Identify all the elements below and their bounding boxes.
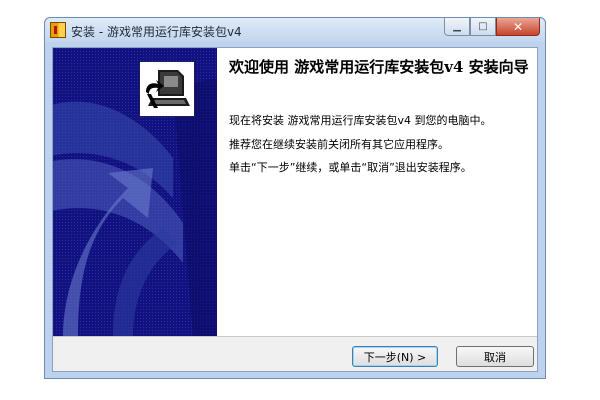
setup-computer-icon (139, 61, 195, 117)
install-description: 现在将安装 游戏常用运行库安装包v4 到您的电脑中。 (229, 114, 492, 127)
cancel-button[interactable]: 取消 (456, 346, 534, 367)
minimize-button[interactable]: ▁ (444, 18, 470, 36)
wizard-sidebar-image (53, 48, 217, 336)
maximize-icon: □ (478, 21, 488, 32)
welcome-heading: 欢迎使用 游戏常用运行库安装包v4 安装向导 (229, 58, 529, 76)
caption-buttons: ▁ □ ✕ (444, 18, 540, 36)
next-or-cancel-instructions: 单击“下一步”继续，或单击“取消”退出安装程序。 (229, 161, 472, 174)
close-icon: ✕ (512, 19, 524, 34)
close-apps-recommendation: 推荐您在继续安装前关闭所有其它应用程序。 (229, 138, 449, 151)
installer-window: 安装 - 游戏常用运行库安装包v4 ▁ □ ✕ 欢迎使用 游戏常用运行库安装包v… (44, 17, 546, 379)
title-bar[interactable]: 安装 - 游戏常用运行库安装包v4 ▁ □ ✕ (45, 18, 545, 42)
wizard-content: 欢迎使用 游戏常用运行库安装包v4 安装向导 现在将安装 游戏常用运行库安装包v… (217, 48, 537, 336)
wizard-button-bar: 下一步(N) > 取消 (53, 336, 537, 371)
close-button[interactable]: ✕ (496, 18, 540, 36)
app-icon (50, 22, 66, 38)
next-button[interactable]: 下一步(N) > (352, 346, 438, 367)
maximize-button[interactable]: □ (470, 18, 496, 36)
window-title: 安装 - 游戏常用运行库安装包v4 (71, 25, 242, 39)
minimize-icon: ▁ (453, 21, 461, 32)
wizard-client-area: 欢迎使用 游戏常用运行库安装包v4 安装向导 现在将安装 游戏常用运行库安装包v… (52, 47, 538, 372)
